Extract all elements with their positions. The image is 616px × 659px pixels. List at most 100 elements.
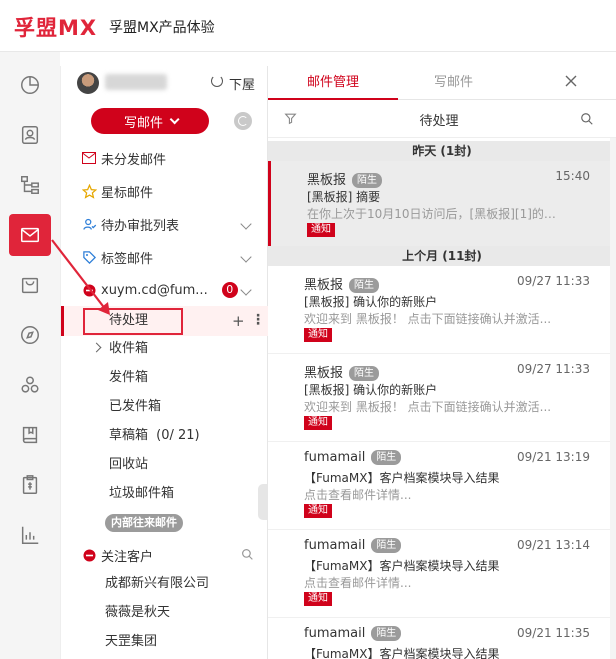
unread-badge: 0	[221, 282, 238, 298]
stranger-tag: 陌生	[371, 450, 402, 465]
drafts-count: (0/ 21)	[156, 428, 200, 443]
stranger-tag: 陌生	[352, 173, 383, 188]
mail-subject: 【FumaMX】客户档案模块导入结果	[304, 471, 500, 485]
group-header: 昨天 (1封)	[268, 141, 616, 161]
mail-item[interactable]: 黑板报 陌生 09/27 11:33 [黑板报] 确认你的新账户 欢迎来到 黑板报…	[268, 266, 610, 354]
folder-label: 未分发邮件	[101, 152, 167, 168]
mail-subject: [黑板报] 确认你的新账户	[304, 383, 438, 397]
folder-spam[interactable]: 垃圾邮件箱	[109, 481, 174, 507]
stranger-tag: 陌生	[371, 626, 402, 641]
account-name-blurred	[105, 74, 167, 90]
mail-preview: 点击查看邮件详情...	[304, 488, 412, 502]
folder-recycle[interactable]: 回收站	[109, 452, 148, 478]
stranger-tag: 陌生	[371, 538, 402, 553]
mail-preview: 欢迎来到 黑板报！ 点击下面链接确认并激活...	[304, 312, 552, 326]
nav-rail	[0, 52, 60, 659]
mail-sender: 黑板报 陌生	[304, 362, 380, 381]
mail-time: 09/27 11:33	[517, 274, 590, 288]
customer-item[interactable]: 成都新兴有限公司	[105, 571, 209, 597]
compose-button[interactable]: 写邮件	[91, 108, 209, 134]
folder-drafts[interactable]: 草稿箱 (0/ 21)	[109, 423, 200, 449]
folder-label: 星标邮件	[101, 185, 154, 201]
annotation-arrow	[51, 239, 110, 315]
chevron-down-icon[interactable]	[240, 251, 252, 263]
notice-badge: 通知	[304, 328, 332, 342]
chevron-right-icon[interactable]	[91, 342, 102, 353]
refresh-icon[interactable]	[211, 75, 223, 87]
internal-mail-pill[interactable]: 内部往来邮件	[105, 514, 183, 532]
mail-sender: fumamail 陌生	[304, 626, 402, 641]
folder-undistributed[interactable]: 未分发邮件	[61, 143, 268, 173]
folder-label: 草稿箱	[109, 428, 149, 443]
chevron-down-icon[interactable]	[240, 284, 252, 296]
mail-time: 09/21 13:19	[517, 450, 590, 464]
mail-outline-icon	[81, 150, 97, 166]
book-icon[interactable]	[9, 414, 51, 456]
close-icon[interactable]	[564, 74, 578, 88]
app-title: 孚盟MX产品体验	[109, 20, 215, 36]
download-label[interactable]: 下屋	[229, 74, 255, 93]
mail-subject: 【FumaMX】客户档案模块导入结果	[304, 559, 500, 573]
chart-icon[interactable]	[9, 514, 51, 556]
mail-preview: 点击查看邮件详情...	[304, 576, 412, 590]
mail-item[interactable]: 黑板报 陌生 09/27 11:33 [黑板报] 确认你的新账户 欢迎来到 黑板报…	[268, 354, 610, 442]
search-icon[interactable]	[580, 112, 594, 130]
tab-bar: 邮件管理 写邮件	[268, 66, 616, 100]
org-tree-icon[interactable]	[9, 164, 51, 206]
top-bar: 孚盟MX 孚盟MX产品体验	[0, 0, 616, 52]
notice-badge: 通知	[304, 504, 332, 518]
mail-preview: 欢迎来到 黑板报！ 点击下面链接确认并激活...	[304, 400, 552, 414]
add-icon[interactable]: +	[232, 312, 245, 330]
notice-badge: 通知	[304, 592, 332, 606]
dashboard-icon[interactable]	[9, 64, 51, 106]
mail-time: 15:40	[555, 169, 590, 183]
mail-item[interactable]: fumamail 陌生 09/21 13:19 【FumaMX】客户档案模块导入结…	[268, 442, 610, 530]
finance-icon[interactable]	[9, 464, 51, 506]
chevron-down-icon	[169, 113, 180, 124]
search-icon[interactable]	[241, 548, 254, 565]
watched-dot-icon	[81, 547, 97, 563]
contacts-icon[interactable]	[9, 114, 51, 156]
mail-sender: 黑板报 陌生	[307, 169, 383, 188]
mail-time: 09/21 11:35	[517, 626, 590, 640]
mail-item[interactable]: fumamail 陌生 09/21 13:14 【FumaMX】客户档案模块导入结…	[268, 530, 610, 618]
notice-badge: 通知	[307, 223, 335, 237]
chevron-down-icon[interactable]	[240, 218, 252, 230]
star-icon	[81, 183, 97, 199]
mail-sender: fumamail 陌生	[304, 538, 402, 553]
folder-label: 关注客户	[101, 549, 154, 565]
notice-badge: 通知	[304, 416, 332, 430]
list-title: 待处理	[419, 114, 459, 129]
mail-subject: [黑板报] 摘要	[307, 190, 381, 204]
watched-customers[interactable]: 关注客户	[61, 540, 268, 570]
mail-item[interactable]: 黑板报 陌生 15:40 [黑板报] 摘要 在你上次于10月10日访问后，[黑板报…	[268, 161, 610, 249]
tab-compose[interactable]: 写邮件	[434, 66, 473, 100]
sync-icon[interactable]	[234, 112, 252, 130]
app-logo: 孚盟MX	[14, 16, 98, 40]
folder-inbox[interactable]: 收件箱	[109, 336, 148, 362]
scrollbar[interactable]	[610, 138, 616, 659]
mail-item[interactable]: fumamail 陌生 09/21 11:35 【FumaMX】客户档案模块导入结…	[268, 618, 610, 659]
mail-time: 09/27 11:33	[517, 362, 590, 376]
folder-outbox[interactable]: 发件箱	[109, 365, 148, 391]
mail-preview: 在你上次于10月10日访问后，[黑板报][1]的新...	[307, 207, 562, 221]
tab-mail-manage[interactable]: 邮件管理	[268, 66, 398, 100]
customer-item[interactable]: 薇薇是秋天	[105, 600, 170, 626]
avatar[interactable]	[77, 72, 99, 94]
more-icon[interactable]: ⋮	[251, 312, 265, 328]
folder-pane: 下屋 写邮件 未分发邮件 星标邮件 待办审批列表 标签邮件 xuym.cd@fu…	[60, 66, 268, 659]
list-header: 待处理	[268, 100, 616, 138]
folder-sent[interactable]: 已发件箱	[109, 394, 161, 420]
stranger-tag: 陌生	[349, 366, 380, 381]
stranger-tag: 陌生	[349, 278, 380, 293]
app-window: 孚盟MX 孚盟MX产品体验 下屋 写邮件 未分发邮件 星标邮件 待办审批列表 标…	[0, 0, 616, 659]
account-header[interactable]: 下屋	[77, 72, 257, 94]
mail-time: 09/21 13:14	[517, 538, 590, 552]
customer-item[interactable]: 天罡集团	[105, 629, 157, 655]
mail-sender: fumamail 陌生	[304, 450, 402, 465]
collapse-handle[interactable]	[258, 484, 268, 520]
cluster-icon[interactable]	[9, 364, 51, 406]
folder-starred[interactable]: 星标邮件	[61, 176, 268, 206]
mail-subject: 【FumaMX】客户档案模块导入结果	[304, 647, 500, 659]
mail-subject: [黑板报] 确认你的新账户	[304, 295, 438, 309]
